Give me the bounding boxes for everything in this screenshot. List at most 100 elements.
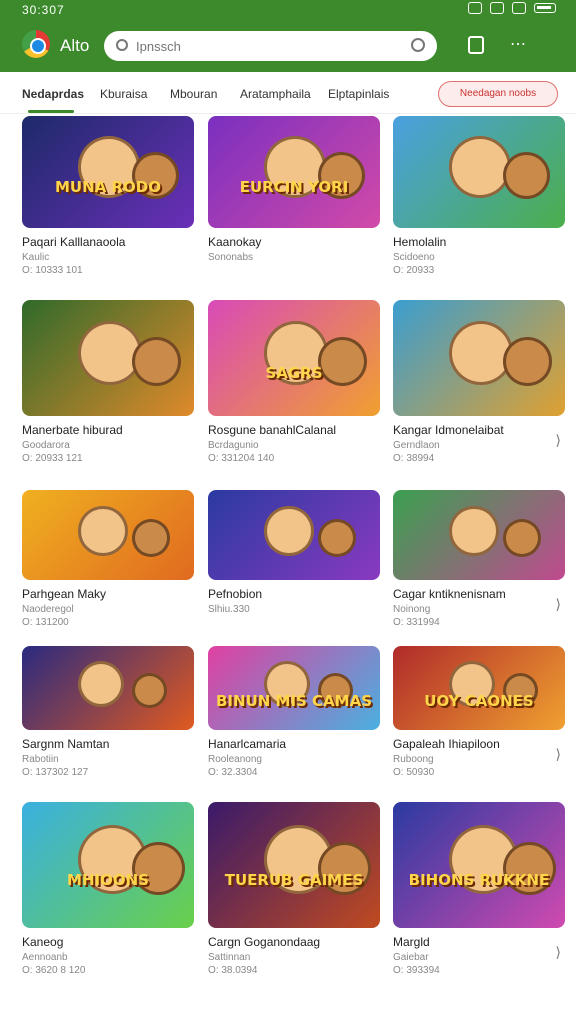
game-category: Gaiebar [393,952,429,963]
game-stats: O: 393394 [393,965,440,976]
game-card[interactable]: MUNA RODO Paqari Kalllanaoola Kaulic O: 103… [22,116,194,276]
character-illustration [132,518,170,557]
game-logo-text: EURCIN YORI [239,177,349,196]
game-card[interactable]: MHIOONS Kaneog Aennoanb O: 3620 8 120 [22,802,194,976]
more-icon: ⋯ [510,36,526,53]
game-thumbnail[interactable] [22,300,194,416]
character-illustration [318,518,356,557]
game-card[interactable]: UOY CAONES Gapaleah Ihiapiloon Ruboong O: 5… [393,646,565,778]
notification-icon [512,2,526,14]
game-logo-text: MUNA RODO [55,177,161,196]
tab-mbouran[interactable]: Mbouran [170,87,217,101]
game-thumbnail[interactable]: EURCIN YORI [208,116,380,228]
game-card[interactable]: Cagar kntiknenisnam Noinong O: 331994 ⟩ [393,490,565,628]
game-thumbnail[interactable] [393,116,565,228]
active-tab-indicator [28,110,74,113]
game-thumbnail[interactable]: BINUN MIS CAMAS [208,646,380,730]
share-icon[interactable]: ⟩ [556,746,561,763]
character-illustration [132,672,168,709]
game-category: Noinong [393,604,431,615]
tab-aratamphaila[interactable]: Aratamphaila [240,87,311,101]
search-input[interactable] [136,36,396,56]
game-card[interactable]: Parhgean Maky Naoderegol O: 131200 [22,490,194,628]
game-thumbnail[interactable]: MUNA RODO [22,116,194,228]
game-thumbnail[interactable] [393,490,565,580]
search-bar[interactable] [104,31,437,61]
game-title: Kaneog [22,935,64,949]
game-stats: O: 331204 140 [208,453,275,464]
game-thumbnail[interactable] [393,300,565,416]
game-title: Pefnobion [208,587,263,601]
game-logo-text: SAGRS [265,363,323,382]
game-title: Manerbate hiburad [22,423,123,437]
app-logo[interactable] [22,30,50,58]
tab-nedaprdas[interactable]: Nedaprdas [22,87,84,101]
tab-elptapinlais[interactable]: Elptapinlais [328,87,389,101]
category-tabs: Nedaprdas Kburaisa Mbouran Aratamphaila … [0,76,576,114]
game-thumbnail[interactable]: TUERUB GAIMES [208,802,380,928]
share-icon[interactable]: ⟩ [556,432,561,449]
filter-pill[interactable]: Needagan noobs [438,81,558,107]
game-card[interactable]: BIHONS RUKKNE Margld Gaiebar O: 393394 ⟩ [393,802,565,976]
game-thumbnail[interactable] [22,490,194,580]
game-stats: O: 50930 [393,767,435,778]
bookmark-button[interactable] [468,36,484,54]
game-title: Kaanokay [208,235,262,249]
game-title: Rosgune banahlCalanal [208,423,337,437]
game-thumbnail[interactable]: BIHONS RUKKNE [393,802,565,928]
game-logo-text: MHIOONS [67,871,149,890]
game-category: Naoderegol [22,604,74,615]
battery-icon [534,3,556,13]
game-thumbnail[interactable] [208,490,380,580]
character-illustration [449,506,499,556]
game-card[interactable]: TUERUB GAIMES Cargn Goganondaag Sattinnan O… [208,802,380,976]
game-card[interactable]: BINUN MIS CAMAS Hanarlcamaria Rooleanong O:… [208,646,380,778]
status-time: 30:307 [22,3,65,17]
game-title: Paqari Kalllanaoola [22,235,126,249]
game-stats: O: 331994 [393,617,440,628]
more-button[interactable]: ⋯ [510,34,526,54]
game-stats: O: 137302 127 [22,767,89,778]
game-category: Goodarora [22,440,70,451]
game-category: Slhiu.330 [208,604,250,615]
game-logo-text: BIHONS RUKKNE [408,871,550,890]
game-title: Margld [393,935,430,949]
character-illustration [503,151,551,199]
game-card[interactable]: Manerbate hiburad Goodarora O: 20933 121 [22,300,194,464]
game-category: Aennoanb [22,952,68,963]
wifi-icon [468,2,482,14]
game-card[interactable]: Pefnobion Slhiu.330 [208,490,380,615]
status-bar: 30:307 [0,0,576,22]
game-thumbnail[interactable]: SAGRS [208,300,380,416]
game-thumbnail[interactable]: UOY CAONES [393,646,565,730]
game-category: Rabotiin [22,754,59,765]
game-title: Hemolalin [393,235,447,249]
character-illustration [264,506,314,556]
game-title: Kangar Idmonelaibat [393,423,504,437]
character-illustration [132,337,181,386]
app-title: Alto [60,36,90,55]
tab-kburaisa[interactable]: Kburaisa [100,87,147,101]
share-icon[interactable]: ⟩ [556,944,561,961]
game-card[interactable]: Hemolalin Scidoeno O: 20933 [393,116,565,276]
game-stats: O: 20933 121 [22,453,83,464]
game-card[interactable]: SAGRS Rosgune banahlCalanal Bcrdagunio O: 3… [208,300,380,464]
game-card[interactable]: Kangar Idmonelaibat Gerndlaon O: 38994 ⟩ [393,300,565,464]
character-illustration [78,661,125,708]
voice-search-icon[interactable] [411,38,425,52]
game-title: Parhgean Maky [22,587,107,601]
signal-icon [490,2,504,14]
game-logo-text: BINUN MIS CAMAS [216,692,373,711]
game-title: Cagar kntiknenisnam [393,587,506,601]
character-illustration [503,337,552,386]
game-thumbnail[interactable] [22,646,194,730]
game-card[interactable]: EURCIN YORI Kaanokay Sononabs [208,116,380,263]
game-title: Cargn Goganondaag [208,935,321,949]
game-card[interactable]: Sargnm Namtan Rabotiin O: 137302 127 [22,646,194,778]
game-category: Sononabs [208,252,254,263]
share-icon[interactable]: ⟩ [556,596,561,613]
game-stats: O: 3620 8 120 [22,965,86,976]
game-category: Rooleanong [208,754,262,765]
game-thumbnail[interactable]: MHIOONS [22,802,194,928]
app-header: 30:307 Alto ⋯ [0,0,576,72]
